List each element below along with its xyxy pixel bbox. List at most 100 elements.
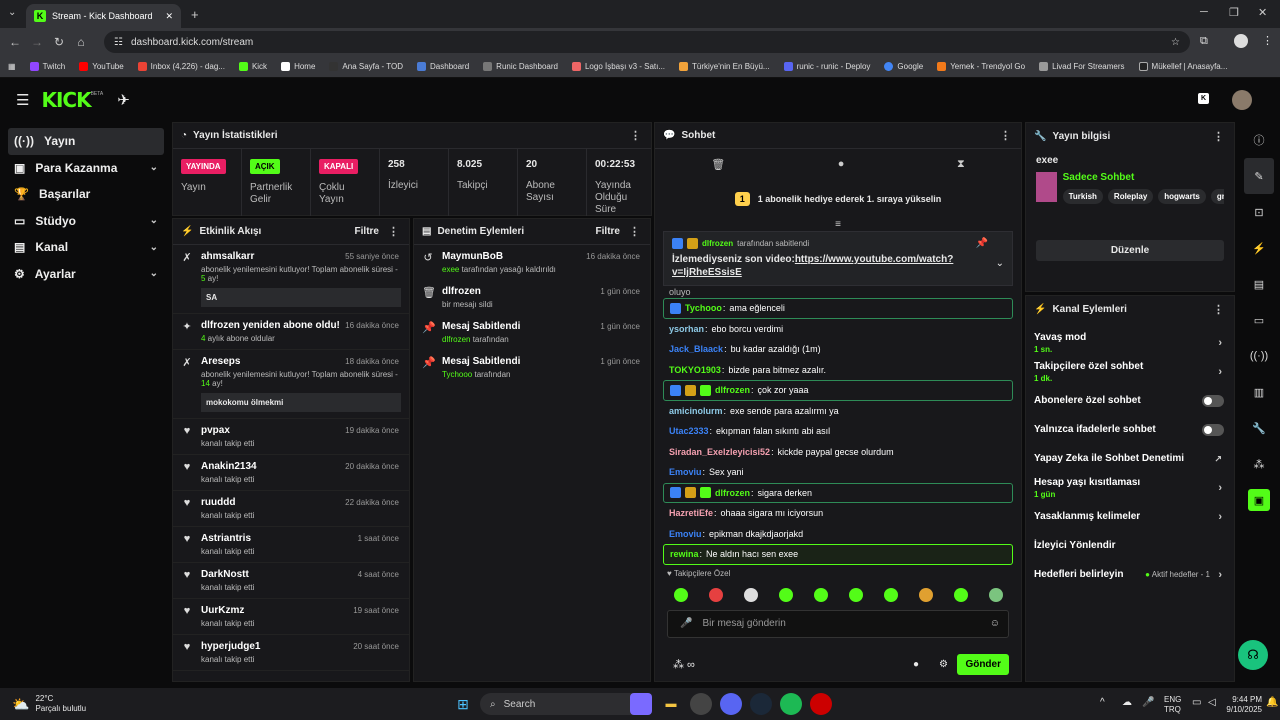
emote-icon[interactable] bbox=[708, 587, 723, 602]
chat-icon[interactable]: ▭ bbox=[1238, 302, 1280, 338]
subscribers-only-toggle[interactable] bbox=[1202, 394, 1224, 407]
chat-username[interactable]: Emoviu bbox=[669, 529, 702, 539]
wrench-icon[interactable]: 🔧 bbox=[1238, 410, 1280, 446]
microphone-icon[interactable]: 🎤 bbox=[1142, 697, 1154, 708]
bookmark-item[interactable]: Twitch bbox=[29, 62, 65, 71]
avatar[interactable] bbox=[1232, 90, 1252, 110]
filter-button[interactable]: Filtre bbox=[355, 226, 379, 237]
filter-button[interactable]: Filtre bbox=[596, 226, 620, 237]
edit-icon[interactable]: ✎ bbox=[1244, 158, 1274, 194]
emote-icon[interactable] bbox=[778, 587, 793, 602]
bookmark-item[interactable]: YouTube bbox=[79, 62, 124, 71]
notification-icon[interactable]: 🔔 bbox=[1266, 697, 1278, 708]
bookmark-item[interactable]: Livad For Streamers bbox=[1039, 62, 1125, 71]
bookmark-item[interactable]: Google bbox=[884, 62, 923, 71]
home-icon[interactable]: ⌂ bbox=[70, 35, 92, 49]
bookmark-item[interactable]: Inbox (4,226) - dag... bbox=[137, 62, 225, 71]
browser-menu-icon[interactable]: ⋮ bbox=[1262, 34, 1273, 47]
maximize-icon[interactable]: ❐ bbox=[1229, 6, 1239, 19]
broadcast-icon[interactable]: ((·)) bbox=[1238, 338, 1280, 374]
emotes-only-toggle[interactable] bbox=[1202, 423, 1224, 436]
microphone-icon[interactable]: 🎤 bbox=[680, 618, 692, 629]
steam-icon[interactable] bbox=[750, 693, 772, 715]
close-window-icon[interactable]: ✕ bbox=[1258, 6, 1267, 19]
more-options-icon[interactable]: ⋮ bbox=[1000, 129, 1011, 142]
bookmark-item[interactable]: Home bbox=[281, 62, 315, 71]
creator-tools-icon[interactable]: ✈ bbox=[117, 91, 130, 109]
copilot-icon[interactable] bbox=[630, 693, 652, 715]
send-button[interactable]: Gönder bbox=[957, 654, 1009, 675]
info-icon[interactable]: ⓘ bbox=[1238, 122, 1280, 158]
chat-username[interactable]: Tychooo bbox=[685, 303, 722, 313]
cloud-icon[interactable]: ☁ bbox=[1122, 697, 1132, 708]
chat-username[interactable]: rewina bbox=[670, 549, 699, 559]
emoji-icon[interactable]: ☺ bbox=[990, 618, 1000, 629]
edit-button[interactable]: Düzenle bbox=[1036, 240, 1224, 261]
volume-icon[interactable]: ◁ bbox=[1208, 697, 1216, 708]
trash-icon[interactable]: 🗑 bbox=[711, 158, 725, 171]
emote-icon[interactable] bbox=[953, 587, 968, 602]
hamburger-menu-icon[interactable]: ☰ bbox=[16, 91, 29, 109]
url-field[interactable]: ☷ dashboard.kick.com/stream ☆ bbox=[104, 31, 1190, 53]
profile-icon[interactable] bbox=[1234, 34, 1248, 48]
layers-icon[interactable]: ▥ bbox=[1238, 374, 1280, 410]
goals-row[interactable]: Hedefleri belirleyin ● Aktif hedefler - 1… bbox=[1026, 560, 1234, 589]
support-headset-icon[interactable]: ☊ bbox=[1238, 640, 1268, 670]
chat-username[interactable]: Utac2333 bbox=[669, 426, 709, 436]
chat-tools-icon[interactable]: ⁂ ∞ bbox=[673, 658, 695, 671]
discord-icon[interactable] bbox=[720, 693, 742, 715]
hourglass-icon[interactable]: ⧗ bbox=[957, 158, 965, 171]
more-options-icon[interactable]: ⋮ bbox=[1213, 130, 1224, 143]
chevron-down-icon[interactable]: ⌄ bbox=[996, 258, 1004, 269]
chat-bubble-icon[interactable]: ● bbox=[913, 659, 919, 670]
browser-tab[interactable]: K Stream - Kick Dashboard ✕ bbox=[26, 4, 181, 28]
chat-username[interactable]: Jack_Blaack bbox=[669, 344, 723, 354]
taskbar-search[interactable]: ⌕ Search bbox=[480, 693, 652, 715]
gift-sub-promo[interactable]: 1 1 abonelik hediye ederek 1. sıraya yük… bbox=[655, 179, 1021, 219]
chat-username[interactable]: Emoviu bbox=[669, 467, 702, 477]
slow-mode-row[interactable]: Yavaş mod 1 sn. › bbox=[1026, 328, 1234, 357]
app-icon[interactable] bbox=[810, 693, 832, 715]
lightning-icon[interactable]: ⚡ bbox=[1238, 230, 1280, 266]
tab-list-icon[interactable]: ⌄ bbox=[8, 7, 16, 18]
windows-start-icon[interactable]: ⊞ bbox=[452, 693, 474, 715]
close-tab-icon[interactable]: ✕ bbox=[165, 11, 173, 22]
emote-icon[interactable] bbox=[848, 587, 863, 602]
emote-icon[interactable] bbox=[743, 587, 758, 602]
spotify-icon[interactable] bbox=[780, 693, 802, 715]
more-options-icon[interactable]: ⋮ bbox=[630, 129, 641, 142]
site-info-icon[interactable]: ☷ bbox=[114, 37, 123, 48]
emote-icon[interactable] bbox=[883, 587, 898, 602]
file-explorer-icon[interactable]: ▬ bbox=[660, 693, 682, 715]
banned-words-row[interactable]: Yasaklanmış kelimeler › bbox=[1026, 502, 1234, 531]
chat-username[interactable]: dlfrozen bbox=[715, 488, 750, 498]
reload-icon[interactable]: ↻ bbox=[48, 35, 70, 49]
bookmark-item[interactable]: Mükellef | Anasayfa... bbox=[1138, 62, 1227, 71]
chat-username[interactable]: HazretiEfe bbox=[669, 508, 713, 518]
bookmark-item[interactable]: Ana Sayfa - TOD bbox=[329, 62, 403, 71]
bookmark-item[interactable]: Runic Dashboard bbox=[483, 62, 558, 71]
gear-icon[interactable]: ⚙ bbox=[939, 659, 948, 670]
clock[interactable]: 9:44 PM 9/10/2025 bbox=[1226, 695, 1262, 715]
new-tab-icon[interactable]: + bbox=[191, 7, 199, 22]
more-options-icon[interactable]: ⋮ bbox=[388, 225, 399, 238]
emote-icon[interactable] bbox=[813, 587, 828, 602]
kick-home-icon[interactable]: K bbox=[1198, 93, 1210, 104]
chat-username[interactable]: Siradan_Exelzleyicisi52 bbox=[669, 447, 770, 457]
chat-bubble-icon[interactable]: ● bbox=[838, 158, 845, 170]
bookmark-item[interactable]: runic - runic - Deploy bbox=[783, 62, 870, 71]
sidebar-item-kanal[interactable]: ▤ Kanal ⌄ bbox=[8, 234, 164, 261]
bookmark-item[interactable]: Dashboard bbox=[417, 62, 469, 71]
pin-icon[interactable]: 📌 bbox=[976, 238, 988, 249]
bookmark-item[interactable]: Yemek - Trendyol Go bbox=[937, 62, 1025, 71]
chat-username[interactable]: amicinolurm bbox=[669, 406, 723, 416]
language-indicator[interactable]: ENG TRQ bbox=[1164, 695, 1181, 715]
sidebar-item-para-kazanma[interactable]: ▣ Para Kazanma ⌄ bbox=[8, 155, 164, 182]
chat-username[interactable]: dlfrozen bbox=[715, 385, 750, 395]
back-icon[interactable]: ← bbox=[4, 35, 26, 49]
document-icon[interactable]: ▤ bbox=[1238, 266, 1280, 302]
apps-grid-icon[interactable]: ▦ bbox=[8, 62, 16, 71]
kick-logo[interactable]: KICK bbox=[41, 88, 91, 112]
kick-app-icon[interactable]: ▣ bbox=[1238, 482, 1280, 518]
chat-username[interactable]: TOKYO1903 bbox=[669, 365, 721, 375]
